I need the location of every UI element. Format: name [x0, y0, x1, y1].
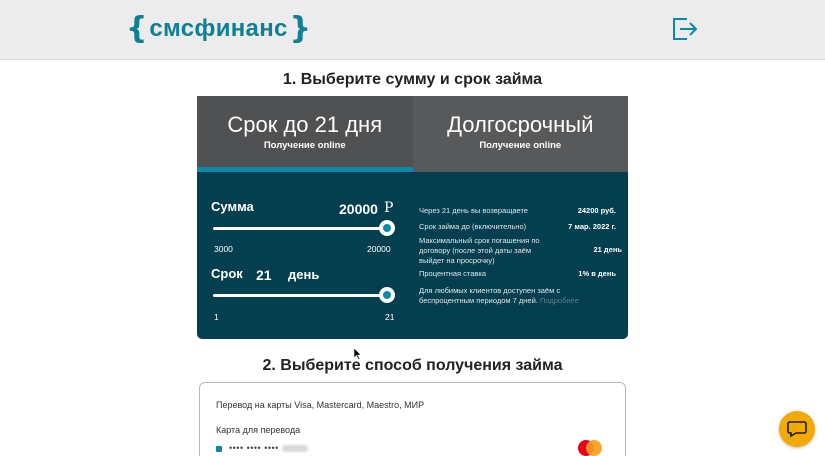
promo-more-link[interactable]: Подробнее — [540, 296, 579, 305]
promo-text: Для любимых клиентов доступен заём с бес… — [419, 286, 561, 305]
term-min: 1 — [214, 312, 219, 322]
amount-slider[interactable] — [213, 220, 395, 236]
term-value: 21 — [256, 267, 272, 283]
loan-type-tabs: Срок до 21 дня Получение online Долгосро… — [197, 96, 628, 172]
info-row-due-date: Срок займа до (включительно) 7 мар. 2022… — [419, 222, 622, 232]
tab-short-term-label: Срок до 21 дня — [227, 112, 383, 137]
logo-right-brace: } — [289, 11, 311, 46]
top-bar: { смсфинанс } — [0, 0, 825, 60]
info-return-label: Через 21 день вы возвращаете — [419, 206, 528, 215]
logo-brand: смсфинанс — [149, 15, 288, 42]
info-rate-value: 1% в день — [578, 269, 616, 278]
term-unit: день — [288, 267, 320, 282]
amount-label: Сумма — [211, 199, 254, 214]
payout-method-card[interactable]: Перевод на карты Visa, Mastercard, Maest… — [199, 382, 626, 456]
step-1-title: 1. Выберите сумму и срок займа — [282, 71, 543, 88]
info-row-return: Через 21 день вы возвращаете 24200 руб. — [419, 206, 622, 216]
term-max: 21 — [385, 312, 395, 322]
mouse-pointer-icon — [354, 348, 362, 360]
promo-text-block: Для любимых клиентов доступен заём с бес… — [419, 286, 579, 306]
amount-max: 20000 — [367, 244, 391, 254]
ruble-sign: Р — [384, 200, 394, 216]
card-radio[interactable] — [216, 446, 222, 452]
mastercard-icon — [578, 440, 602, 456]
card-label: Карта для перевода — [216, 425, 301, 435]
info-max-term-label: Максимальный срок погашения по договору … — [419, 236, 540, 265]
info-due-label: Срок займа до (включительно) — [419, 222, 527, 231]
logout-icon[interactable] — [670, 15, 698, 43]
tab-short-term-sub: Получение online — [263, 140, 346, 151]
term-slider[interactable] — [213, 287, 395, 303]
logo-left-brace: { — [126, 11, 148, 46]
info-row-rate: Процентная ставка 1% в день — [419, 269, 622, 279]
payout-method-text: Перевод на карты Visa, Mastercard, Maest… — [216, 400, 425, 410]
chat-bubble-icon — [787, 421, 807, 438]
tab-short-term[interactable]: Срок до 21 дня Получение online — [197, 96, 413, 172]
tab-long-term-sub: Получение online — [479, 140, 562, 151]
info-due-value: 7 мар. 2022 г. — [568, 222, 616, 231]
logo[interactable]: { смсфинанс } — [126, 12, 311, 46]
card-number[interactable]: •••• •••• •••• — [229, 443, 308, 453]
card-number-hidden-digits — [281, 445, 308, 453]
term-label: Срок — [211, 266, 243, 281]
amount-min: 3000 — [214, 244, 233, 254]
loan-calculator: Сумма 20000 Р 3000 20000 Срок 21 день 1 … — [197, 172, 628, 339]
step-2-title: 2. Выберите способ получения займа — [262, 357, 563, 374]
chat-button[interactable] — [779, 411, 815, 447]
info-row-max-term: Максимальный срок погашения по договору … — [419, 236, 554, 265]
amount-slider-handle[interactable] — [379, 220, 395, 236]
tab-long-term[interactable]: Долгосрочный Получение online — [412, 96, 628, 172]
info-max-term-value: 21 день — [593, 245, 623, 254]
amount-value: 20000 — [339, 201, 378, 217]
info-return-value: 24200 руб. — [577, 206, 616, 215]
term-slider-handle[interactable] — [379, 287, 395, 303]
tab-long-term-label: Долгосрочный — [447, 112, 594, 137]
info-rate-label: Процентная ставка — [419, 269, 487, 278]
card-number-masked: •••• •••• •••• — [229, 443, 279, 453]
